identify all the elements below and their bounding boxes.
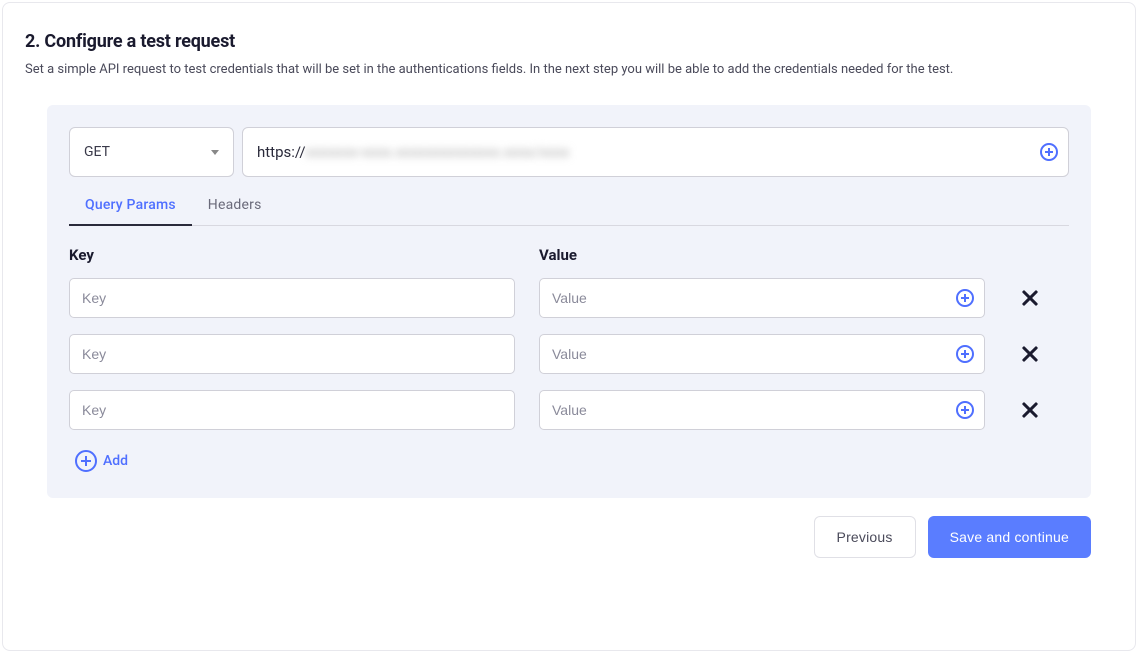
key-input[interactable] bbox=[82, 290, 504, 306]
url-prefix: https:// bbox=[257, 143, 306, 161]
add-button[interactable]: Add bbox=[69, 450, 128, 472]
http-method-select[interactable]: GET bbox=[69, 127, 234, 177]
plus-circle-icon bbox=[75, 450, 97, 472]
close-icon[interactable] bbox=[1019, 399, 1041, 421]
param-row bbox=[69, 390, 1069, 430]
column-key-header: Key bbox=[69, 246, 539, 264]
close-icon[interactable] bbox=[1019, 343, 1041, 365]
tabs: Query Params Headers bbox=[69, 187, 1069, 226]
key-input[interactable] bbox=[82, 346, 504, 362]
plus-circle-icon[interactable] bbox=[956, 289, 974, 307]
chevron-down-icon bbox=[211, 150, 219, 155]
value-input[interactable] bbox=[552, 290, 956, 306]
value-input[interactable] bbox=[552, 346, 956, 362]
previous-button[interactable]: Previous bbox=[814, 516, 916, 558]
url-input[interactable]: https://xxxxxxx-xxxx.xxxxxxxxxxxxxx.xxxx… bbox=[257, 143, 1040, 161]
add-label: Add bbox=[103, 453, 128, 469]
tab-headers[interactable]: Headers bbox=[192, 187, 278, 225]
value-input-wrap[interactable] bbox=[539, 278, 985, 318]
value-input-wrap[interactable] bbox=[539, 334, 985, 374]
key-input-wrap[interactable] bbox=[69, 390, 515, 430]
plus-circle-icon[interactable] bbox=[1040, 143, 1058, 161]
section-description: Set a simple API request to test credent… bbox=[25, 62, 1113, 77]
url-row: GET https://xxxxxxx-xxxx.xxxxxxxxxxxxxx.… bbox=[69, 127, 1069, 177]
request-panel: GET https://xxxxxxx-xxxx.xxxxxxxxxxxxxx.… bbox=[47, 105, 1091, 498]
key-input-wrap[interactable] bbox=[69, 334, 515, 374]
value-input[interactable] bbox=[552, 402, 956, 418]
footer: Previous Save and continue bbox=[47, 516, 1091, 558]
url-obscured: xxxxxxx-xxxx.xxxxxxxxxxxxxx.xxxx/xxxx bbox=[306, 143, 570, 161]
tab-query-params[interactable]: Query Params bbox=[69, 187, 192, 225]
plus-circle-icon[interactable] bbox=[956, 401, 974, 419]
kv-header: Key Value bbox=[69, 246, 1069, 264]
close-icon[interactable] bbox=[1019, 287, 1041, 309]
value-input-wrap[interactable] bbox=[539, 390, 985, 430]
plus-circle-icon[interactable] bbox=[956, 345, 974, 363]
save-continue-button[interactable]: Save and continue bbox=[928, 516, 1091, 558]
param-row bbox=[69, 334, 1069, 374]
config-card: 2. Configure a test request Set a simple… bbox=[2, 2, 1136, 651]
http-method-label: GET bbox=[84, 144, 110, 160]
key-input[interactable] bbox=[82, 402, 504, 418]
param-row bbox=[69, 278, 1069, 318]
url-input-wrap[interactable]: https://xxxxxxx-xxxx.xxxxxxxxxxxxxx.xxxx… bbox=[242, 127, 1069, 177]
key-input-wrap[interactable] bbox=[69, 278, 515, 318]
column-value-header: Value bbox=[539, 246, 1069, 264]
section-title: 2. Configure a test request bbox=[25, 31, 1113, 52]
